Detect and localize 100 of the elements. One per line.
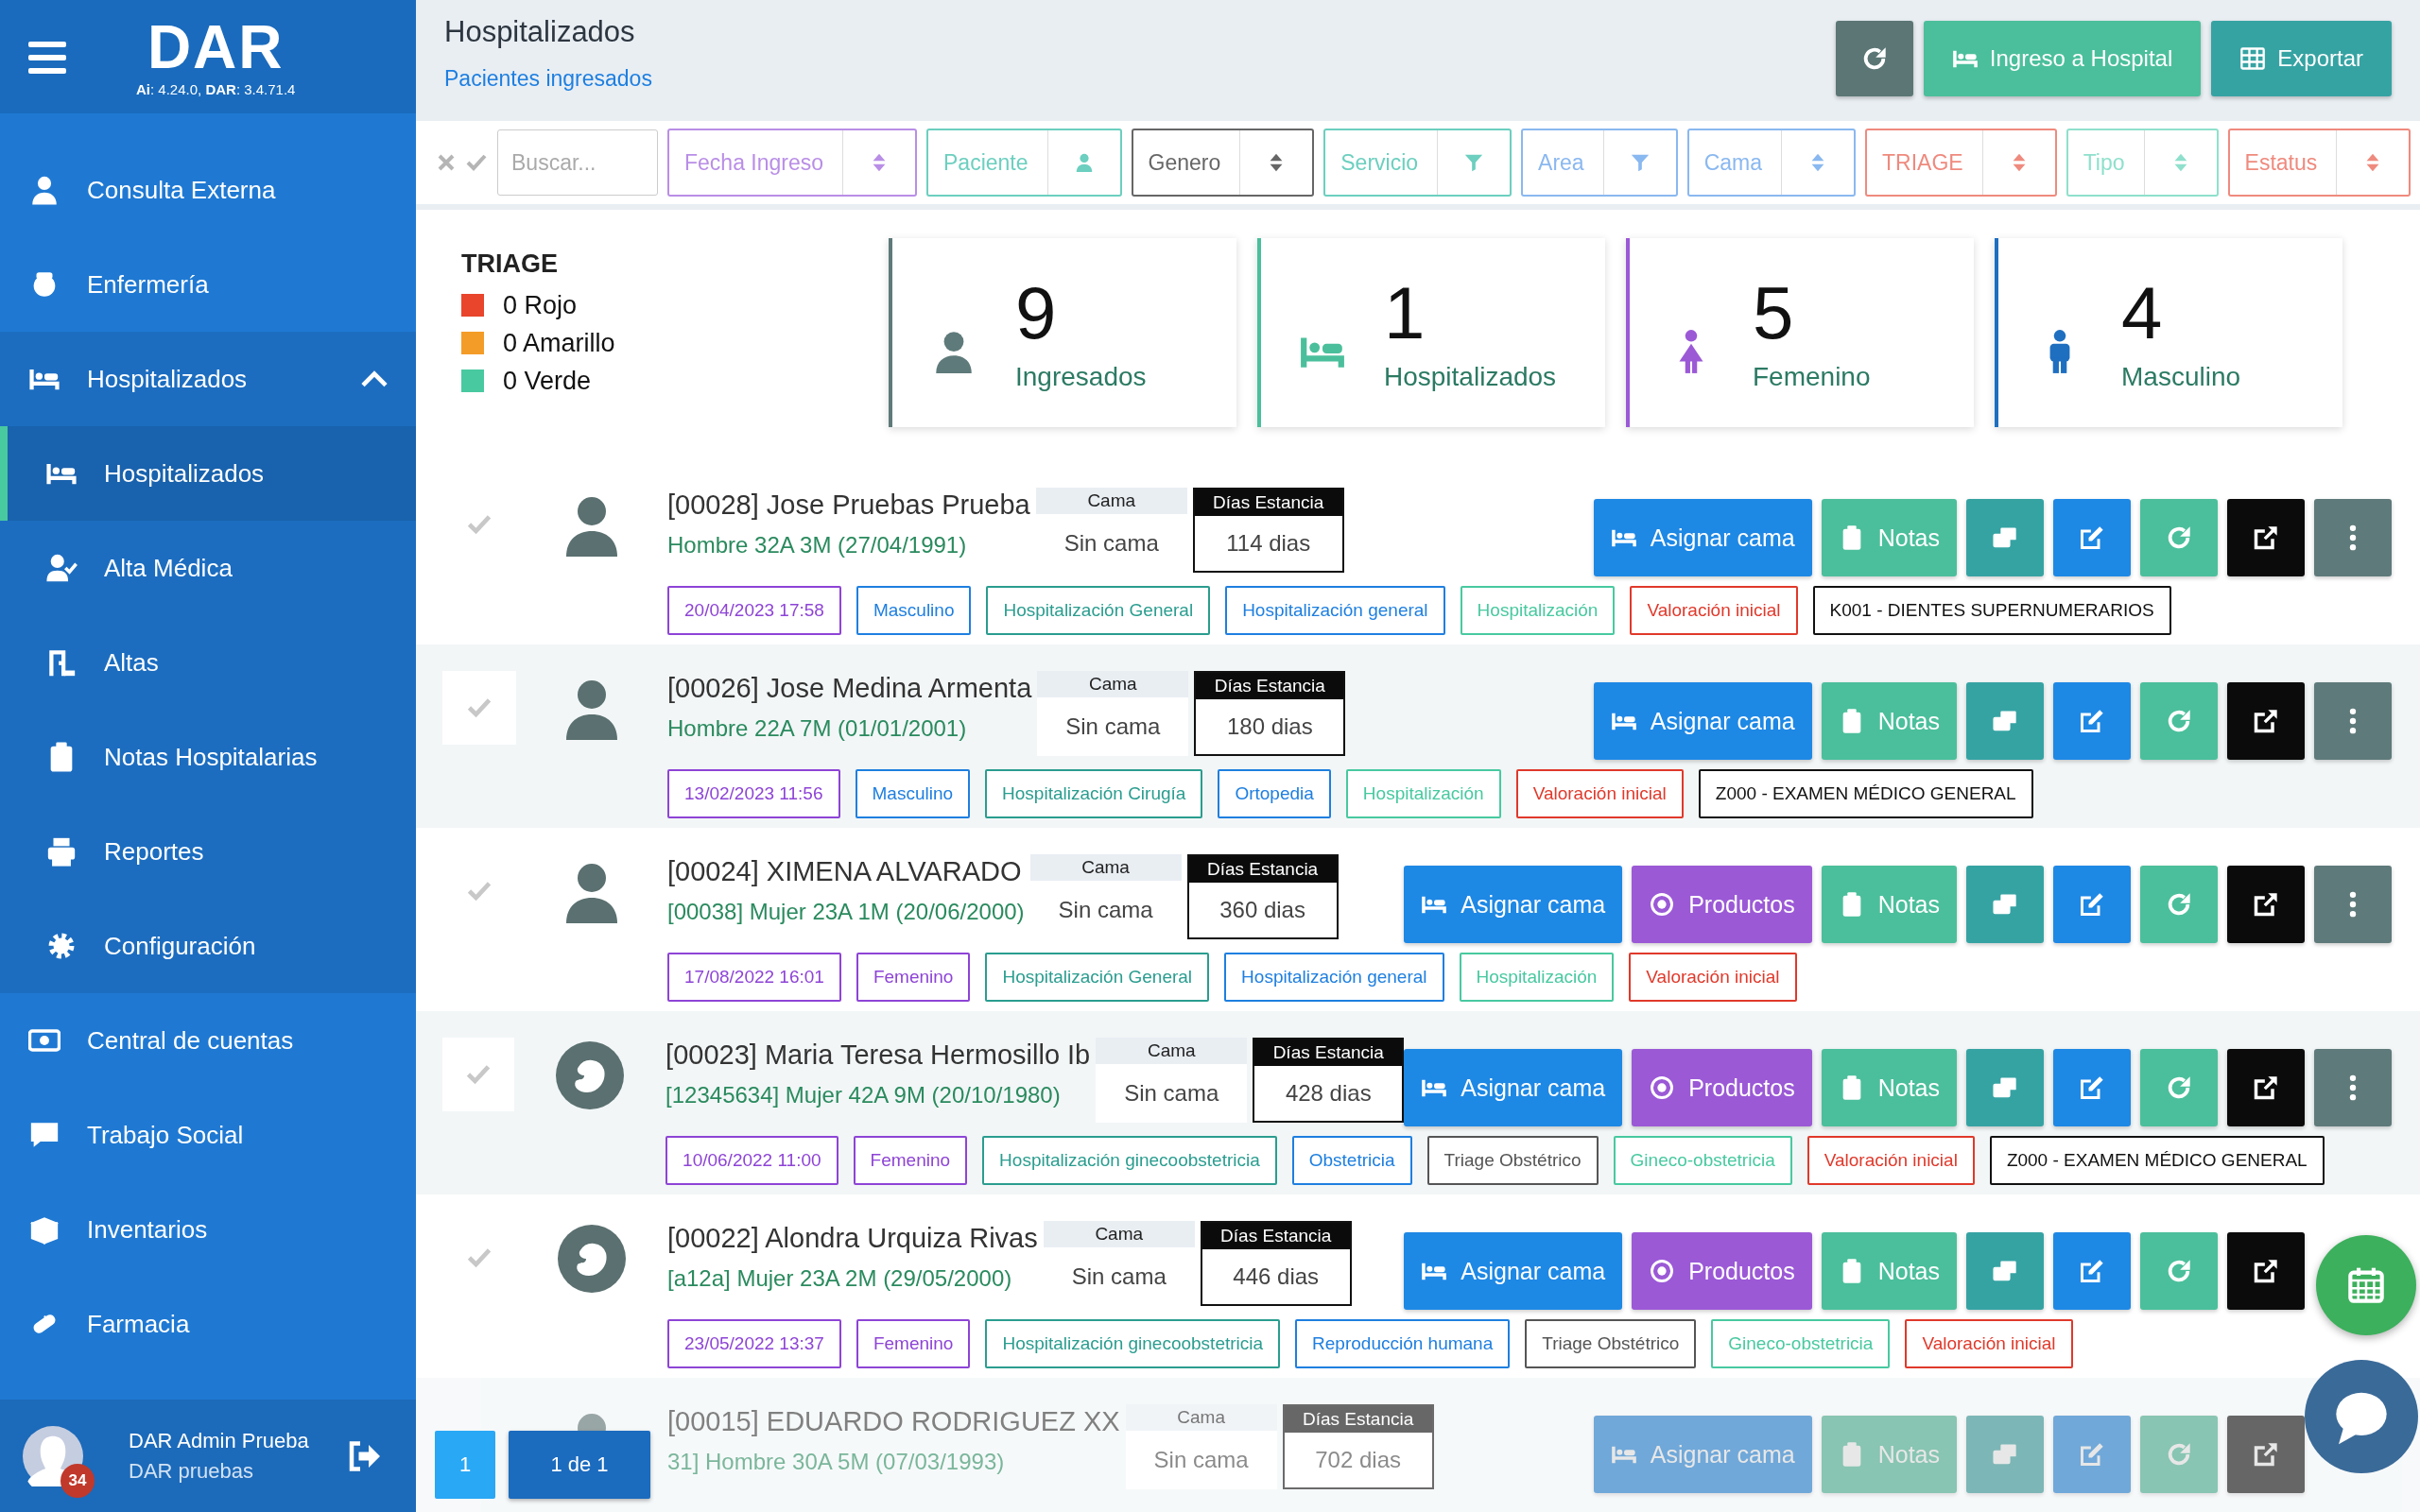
filter-select[interactable]: Fecha Ingreso: [667, 129, 918, 197]
sidebar-item[interactable]: Enfermería: [0, 237, 416, 332]
products-button[interactable]: Productos: [1632, 866, 1812, 943]
refresh-button[interactable]: [1835, 21, 1913, 96]
assign-bed-button[interactable]: Asignar cama: [1593, 682, 1812, 760]
sidebar-item[interactable]: Trabajo Social: [0, 1088, 416, 1182]
copy-button[interactable]: [1966, 866, 2044, 943]
refresh-button[interactable]: [2140, 1232, 2218, 1310]
tag: Masculino: [856, 586, 972, 635]
open-button[interactable]: [2227, 1232, 2305, 1310]
open-button[interactable]: [2227, 499, 2305, 576]
notification-badge: 34: [60, 1463, 95, 1498]
row-checkbox[interactable]: [442, 1038, 515, 1111]
notes-button[interactable]: Notas: [1821, 866, 1957, 943]
edit-icon: [2079, 1258, 2105, 1284]
subtitle-link[interactable]: Pacientes ingresados: [444, 66, 652, 92]
filter-select[interactable]: Genero: [1131, 129, 1315, 197]
export-button[interactable]: Exportar: [2211, 21, 2392, 96]
open-button[interactable]: [2227, 866, 2305, 943]
patient-name: [00022] Alondra Urquiza Rivas: [667, 1223, 1038, 1254]
refresh-button[interactable]: [2140, 1049, 2218, 1126]
page-summary[interactable]: 1 de 1: [509, 1431, 650, 1499]
more-icon: [2349, 708, 2357, 734]
legend-label: 0 Verde: [503, 366, 592, 396]
tag: Valoración inicial: [1630, 586, 1798, 635]
row-checkbox[interactable]: [442, 671, 516, 745]
sidebar-item[interactable]: Hospitalizados: [0, 426, 416, 521]
patient-name: [00026] Jose Medina Armenta: [667, 673, 1032, 704]
copy-button[interactable]: [1966, 499, 2044, 576]
patient-name: [00023] Maria Teresa Hermosillo Ib: [666, 1040, 1091, 1071]
refresh-button[interactable]: [2140, 499, 2218, 576]
open-button[interactable]: [2227, 682, 2305, 760]
edit-icon: [2079, 1074, 2105, 1101]
tag: Triage Obstétrico: [1525, 1319, 1697, 1368]
filter-select[interactable]: Paciente: [926, 129, 1122, 197]
sidebar-item[interactable]: Notas Hospitalarias: [0, 710, 416, 804]
tag: Valoración inicial: [1515, 769, 1684, 818]
filter-select[interactable]: Servicio: [1323, 129, 1512, 197]
sidebar-item[interactable]: Alta Médica: [0, 521, 416, 615]
assign-bed-button[interactable]: Asignar cama: [1404, 866, 1623, 943]
open-button[interactable]: [2227, 1049, 2305, 1126]
user-name: DAR Admin Prueba: [129, 1428, 310, 1453]
edit-button[interactable]: [2053, 1049, 2131, 1126]
assign-bed-button[interactable]: Asignar cama: [1404, 1049, 1623, 1126]
copy-button[interactable]: [1966, 682, 2044, 760]
products-button[interactable]: Productos: [1632, 1049, 1812, 1126]
patient-detail: Hombre 32A 3M (27/04/1991): [667, 532, 968, 558]
more-icon: [2349, 1074, 2357, 1101]
tag: Valoración inicial: [1905, 1319, 2073, 1368]
edit-button[interactable]: [2053, 499, 2131, 576]
refresh-button[interactable]: [2140, 682, 2218, 760]
sidebar-item[interactable]: Reportes: [0, 804, 416, 899]
edit-button[interactable]: [2053, 1232, 2131, 1310]
sidebar-item[interactable]: Altas: [0, 615, 416, 710]
notes-button[interactable]: Notas: [1821, 1232, 1957, 1310]
box-value: Sin cama: [1152, 1446, 1250, 1474]
patient-name: [00028] Jose Pruebas Prueba: [667, 490, 1030, 521]
stat-label: Ingresados: [1015, 362, 1147, 392]
tag: Hospitalización: [1345, 769, 1501, 818]
stat-value: 1: [1384, 273, 1426, 352]
patient-detail: [a12a] Mujer 23A 2M (29/05/2000): [667, 1265, 1013, 1292]
printer-icon: [45, 835, 78, 868]
tag: 13/02/2023 11:56: [667, 769, 840, 818]
edit-button[interactable]: [2053, 682, 2131, 760]
filter-select[interactable]: TRIAGE: [1865, 129, 2057, 197]
external-link-icon: [2253, 708, 2279, 734]
filter-select[interactable]: Estatus: [2227, 129, 2411, 197]
notes-button[interactable]: Notas: [1821, 1049, 1957, 1126]
notes-button[interactable]: Notas: [1821, 682, 1957, 760]
page-button[interactable]: 1: [435, 1431, 495, 1499]
sidebar-item[interactable]: Hospitalizados: [0, 332, 416, 426]
assign-bed-button[interactable]: Asignar cama: [1593, 499, 1812, 576]
sidebar-item[interactable]: Consulta Externa: [0, 143, 416, 237]
sidebar-item[interactable]: Farmacia: [0, 1277, 416, 1371]
filter-select[interactable]: Cama: [1686, 129, 1857, 197]
box-value: Sin cama: [1123, 1079, 1220, 1108]
triage-title: TRIAGE: [461, 249, 559, 279]
admit-button[interactable]: Ingreso a Hospital: [1923, 21, 2202, 96]
filter-select[interactable]: Area: [1521, 129, 1678, 197]
sidebar-item[interactable]: Central de cuentas: [0, 993, 416, 1088]
tag: Triage Obstétrico: [1426, 1136, 1599, 1185]
refresh-icon: [2166, 1441, 2192, 1468]
box-value: Sin cama: [1063, 529, 1160, 558]
refresh-icon: [2166, 1074, 2192, 1101]
sidebar-item[interactable]: Configuración: [0, 899, 416, 993]
products-button[interactable]: Productos: [1632, 1232, 1812, 1310]
copy-button[interactable]: [1966, 1049, 2044, 1126]
box-value: 428 dias: [1284, 1079, 1373, 1108]
tag: Gineco-obstetricia: [1613, 1136, 1792, 1185]
refresh-button[interactable]: [2140, 866, 2218, 943]
more-icon: [2349, 524, 2357, 551]
notes-button[interactable]: Notas: [1821, 499, 1957, 576]
assign-bed-button[interactable]: Asignar cama: [1404, 1232, 1623, 1310]
sidebar-item[interactable]: Inventarios: [0, 1182, 416, 1277]
search-field[interactable]: Buscar...: [497, 129, 658, 196]
copy-button[interactable]: [1966, 1232, 2044, 1310]
box-value: Sin cama: [1057, 896, 1154, 924]
edit-icon: [2079, 891, 2105, 918]
edit-button[interactable]: [2053, 866, 2131, 943]
tag: Valoración inicial: [1806, 1136, 1975, 1185]
